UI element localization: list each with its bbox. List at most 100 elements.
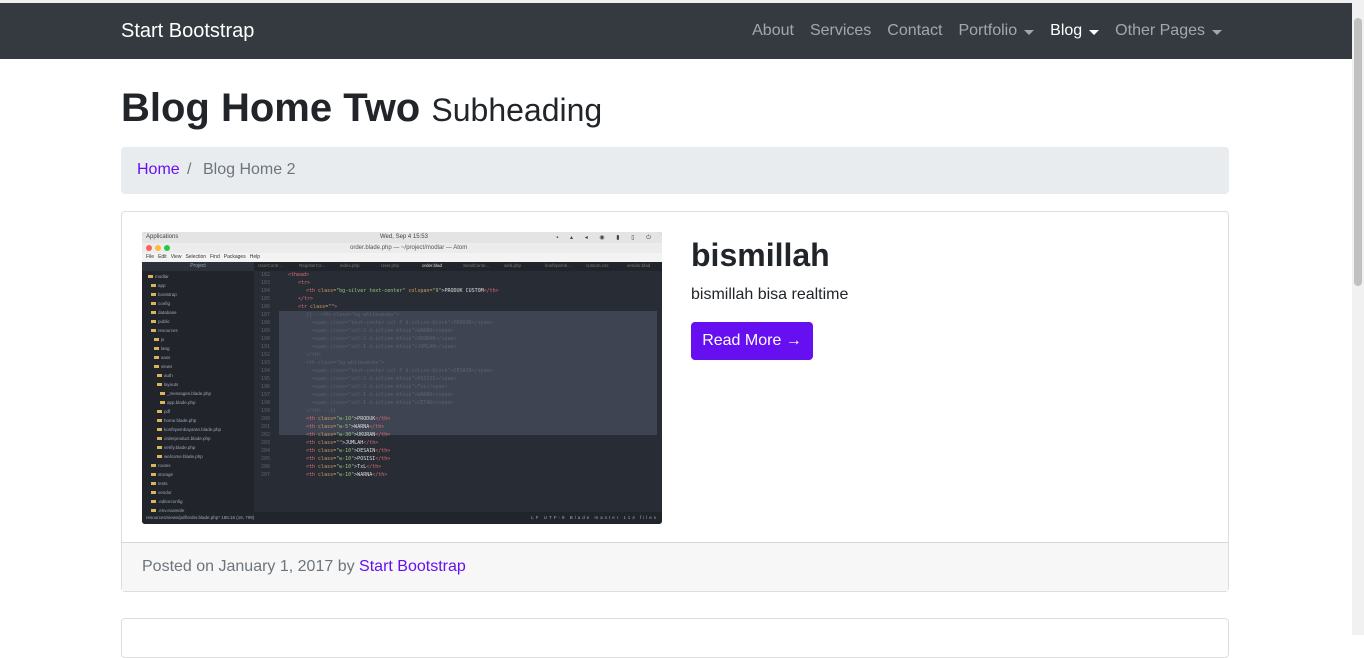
thumb-tree-item-label: modlar	[155, 274, 169, 279]
thumb-tree-item: views	[154, 364, 172, 369]
thumb-menu-item: Edit	[158, 254, 167, 260]
thumb-tree-item-label: layouts	[164, 382, 179, 387]
thumb-tree-item: lang	[154, 346, 170, 351]
thumb-editor-tab: User.php	[381, 263, 400, 268]
thumb-editor-tab: UserContr...	[258, 263, 283, 268]
folder-icon	[154, 365, 159, 368]
post-meta: Posted on January 1, 2017 by Start Boots…	[142, 558, 466, 576]
nav-services[interactable]: Services	[810, 22, 871, 40]
thumb-tree-item-label: public	[158, 319, 170, 324]
thumb-tree-item: verify.blade.php	[157, 445, 195, 450]
post-author-link[interactable]: Start Bootstrap	[359, 558, 466, 575]
thumb-tree-item: app	[151, 283, 166, 288]
thumb-window-titlebar: order.blade.php — ~/project/modlar — Ato…	[142, 243, 662, 253]
thumb-tree-item-label: config	[158, 301, 171, 306]
post-title: bismillah	[691, 237, 830, 273]
nav-portfolio-dropdown[interactable]: Portfolio	[958, 22, 1035, 40]
post-excerpt: bismillah bisa realtime	[691, 286, 849, 303]
nav-portfolio-label: Portfolio	[958, 22, 1018, 39]
thumb-editor-tab: RegisterCo...	[299, 263, 326, 268]
breadcrumb-current: Blog Home 2	[203, 161, 296, 178]
thumb-tree-item: home.blade.php	[157, 418, 196, 423]
thumb-tree-item: _messages.blade.php	[160, 391, 211, 396]
folder-icon	[151, 284, 156, 287]
thumb-editor-tab: order.blad	[422, 263, 443, 268]
thumb-tree-item-label: routes	[158, 463, 171, 468]
thumb-tree-item: resources	[151, 328, 178, 333]
thumb-apps-label: Applications	[146, 234, 179, 240]
thumb-clock: Wed, Sep 4 15:53	[380, 234, 428, 240]
folder-icon	[160, 392, 165, 395]
thumb-tree-item: konfirpembayaran.blade.php	[157, 427, 221, 432]
thumb-tree-item-label: app.blade.php	[167, 400, 196, 405]
thumb-tree-item: public	[151, 319, 170, 324]
blog-post-card: Applications Wed, Sep 4 15:53 ▪ ▴ ◂ ◉ ▮ …	[121, 211, 1229, 592]
thumb-tree-item: .editorconfig	[151, 499, 183, 504]
thumb-tree-item-label: database	[158, 310, 177, 315]
thumb-tree-header: Project	[142, 262, 254, 271]
page-title: Blog Home Two Subheading	[121, 84, 602, 134]
thumb-tree-item-label: pdf	[164, 409, 171, 414]
folder-icon	[157, 437, 162, 440]
caret-down-icon	[1212, 29, 1222, 35]
minimize-dot-icon	[155, 245, 161, 251]
folder-icon	[151, 293, 156, 296]
navbar-brand[interactable]: Start Bootstrap	[121, 20, 254, 42]
thumb-tree-item: routes	[151, 463, 171, 468]
nav-contact-label: Contact	[887, 22, 943, 39]
folder-icon	[157, 446, 162, 449]
thumb-editor-tab: custom.css	[586, 263, 609, 268]
page-title-text: Blog Home Two	[121, 86, 421, 130]
folder-icon	[151, 302, 156, 305]
caret-down-icon	[1024, 29, 1035, 35]
thumb-tree-item: vendor	[151, 490, 172, 495]
folder-icon	[151, 482, 156, 485]
folder-icon	[151, 320, 156, 323]
thumb-tree-item: pdf	[157, 409, 170, 414]
thumb-menu-item: File	[146, 254, 155, 260]
nav-blog-dropdown[interactable]: Blog	[1050, 22, 1100, 40]
top-navbar: Start Bootstrap About Services Contact P…	[0, 3, 1352, 59]
folder-icon	[154, 356, 159, 359]
next-post-card	[121, 618, 1229, 658]
thumb-tray-icons: ▪ ▴ ◂ ◉ ▮ ▯ ⏻	[556, 235, 656, 241]
thumb-tree-item-label: welcome.blade.php	[164, 454, 203, 459]
nav-other-pages-dropdown[interactable]: Other Pages	[1115, 22, 1222, 40]
scrollbar-thumb[interactable]	[1354, 18, 1362, 286]
page-scrollbar[interactable]	[1352, 0, 1364, 635]
thumb-tree-item-label: konfirpembayaran.blade.php	[164, 427, 222, 432]
thumb-tree-item-label: _messages.blade.php	[167, 391, 212, 396]
thumb-tree-item: js	[154, 337, 164, 342]
nav-contact[interactable]: Contact	[887, 22, 942, 40]
thumb-tree-item-label: sass	[161, 355, 171, 360]
folder-icon	[157, 455, 162, 458]
thumb-code-editor: 182 <thead> 183 <tr> 184 <th class="bg-silv…	[254, 271, 662, 512]
post-thumbnail-image[interactable]: Applications Wed, Sep 4 15:53 ▪ ▴ ◂ ◉ ▮ …	[142, 232, 662, 524]
folder-icon	[154, 347, 159, 350]
read-more-button[interactable]: Read More →	[691, 322, 813, 360]
thumb-tree-item: app.blade.php	[160, 400, 196, 405]
thumb-editor-tab: SendConte...	[463, 263, 490, 268]
thumb-tree-item-label: views	[161, 364, 173, 369]
post-footer: Posted on January 1, 2017 by Start Boots…	[122, 542, 1228, 591]
nav-about-label: About	[752, 22, 794, 39]
folder-icon	[157, 419, 162, 422]
nav-other-pages-label: Other Pages	[1115, 22, 1205, 39]
folder-icon	[151, 329, 156, 332]
thumb-tree-item-label: vendor	[158, 490, 172, 495]
thumb-tree-item-label: storage	[158, 472, 174, 477]
thumb-editor-tab: web.php	[504, 263, 522, 268]
folder-icon	[160, 401, 165, 404]
thumb-tree-item: auth	[157, 373, 173, 378]
caret-down-icon	[1089, 29, 1100, 35]
breadcrumb-home-link[interactable]: Home	[137, 161, 180, 179]
page-subtitle: Subheading	[431, 92, 603, 128]
thumb-window-controls	[146, 245, 170, 251]
thumb-tree-item-label: home.blade.php	[164, 418, 197, 423]
nav-about[interactable]: About	[752, 22, 794, 40]
close-dot-icon	[146, 245, 152, 251]
thumb-tree-item: orderproduct.blade.php	[157, 436, 211, 441]
thumb-project-tree: Project modlar app bootstrap config database…	[142, 262, 254, 513]
thumb-tree-item: sass	[154, 355, 170, 360]
breadcrumb: Home / Blog Home 2	[121, 147, 1229, 194]
